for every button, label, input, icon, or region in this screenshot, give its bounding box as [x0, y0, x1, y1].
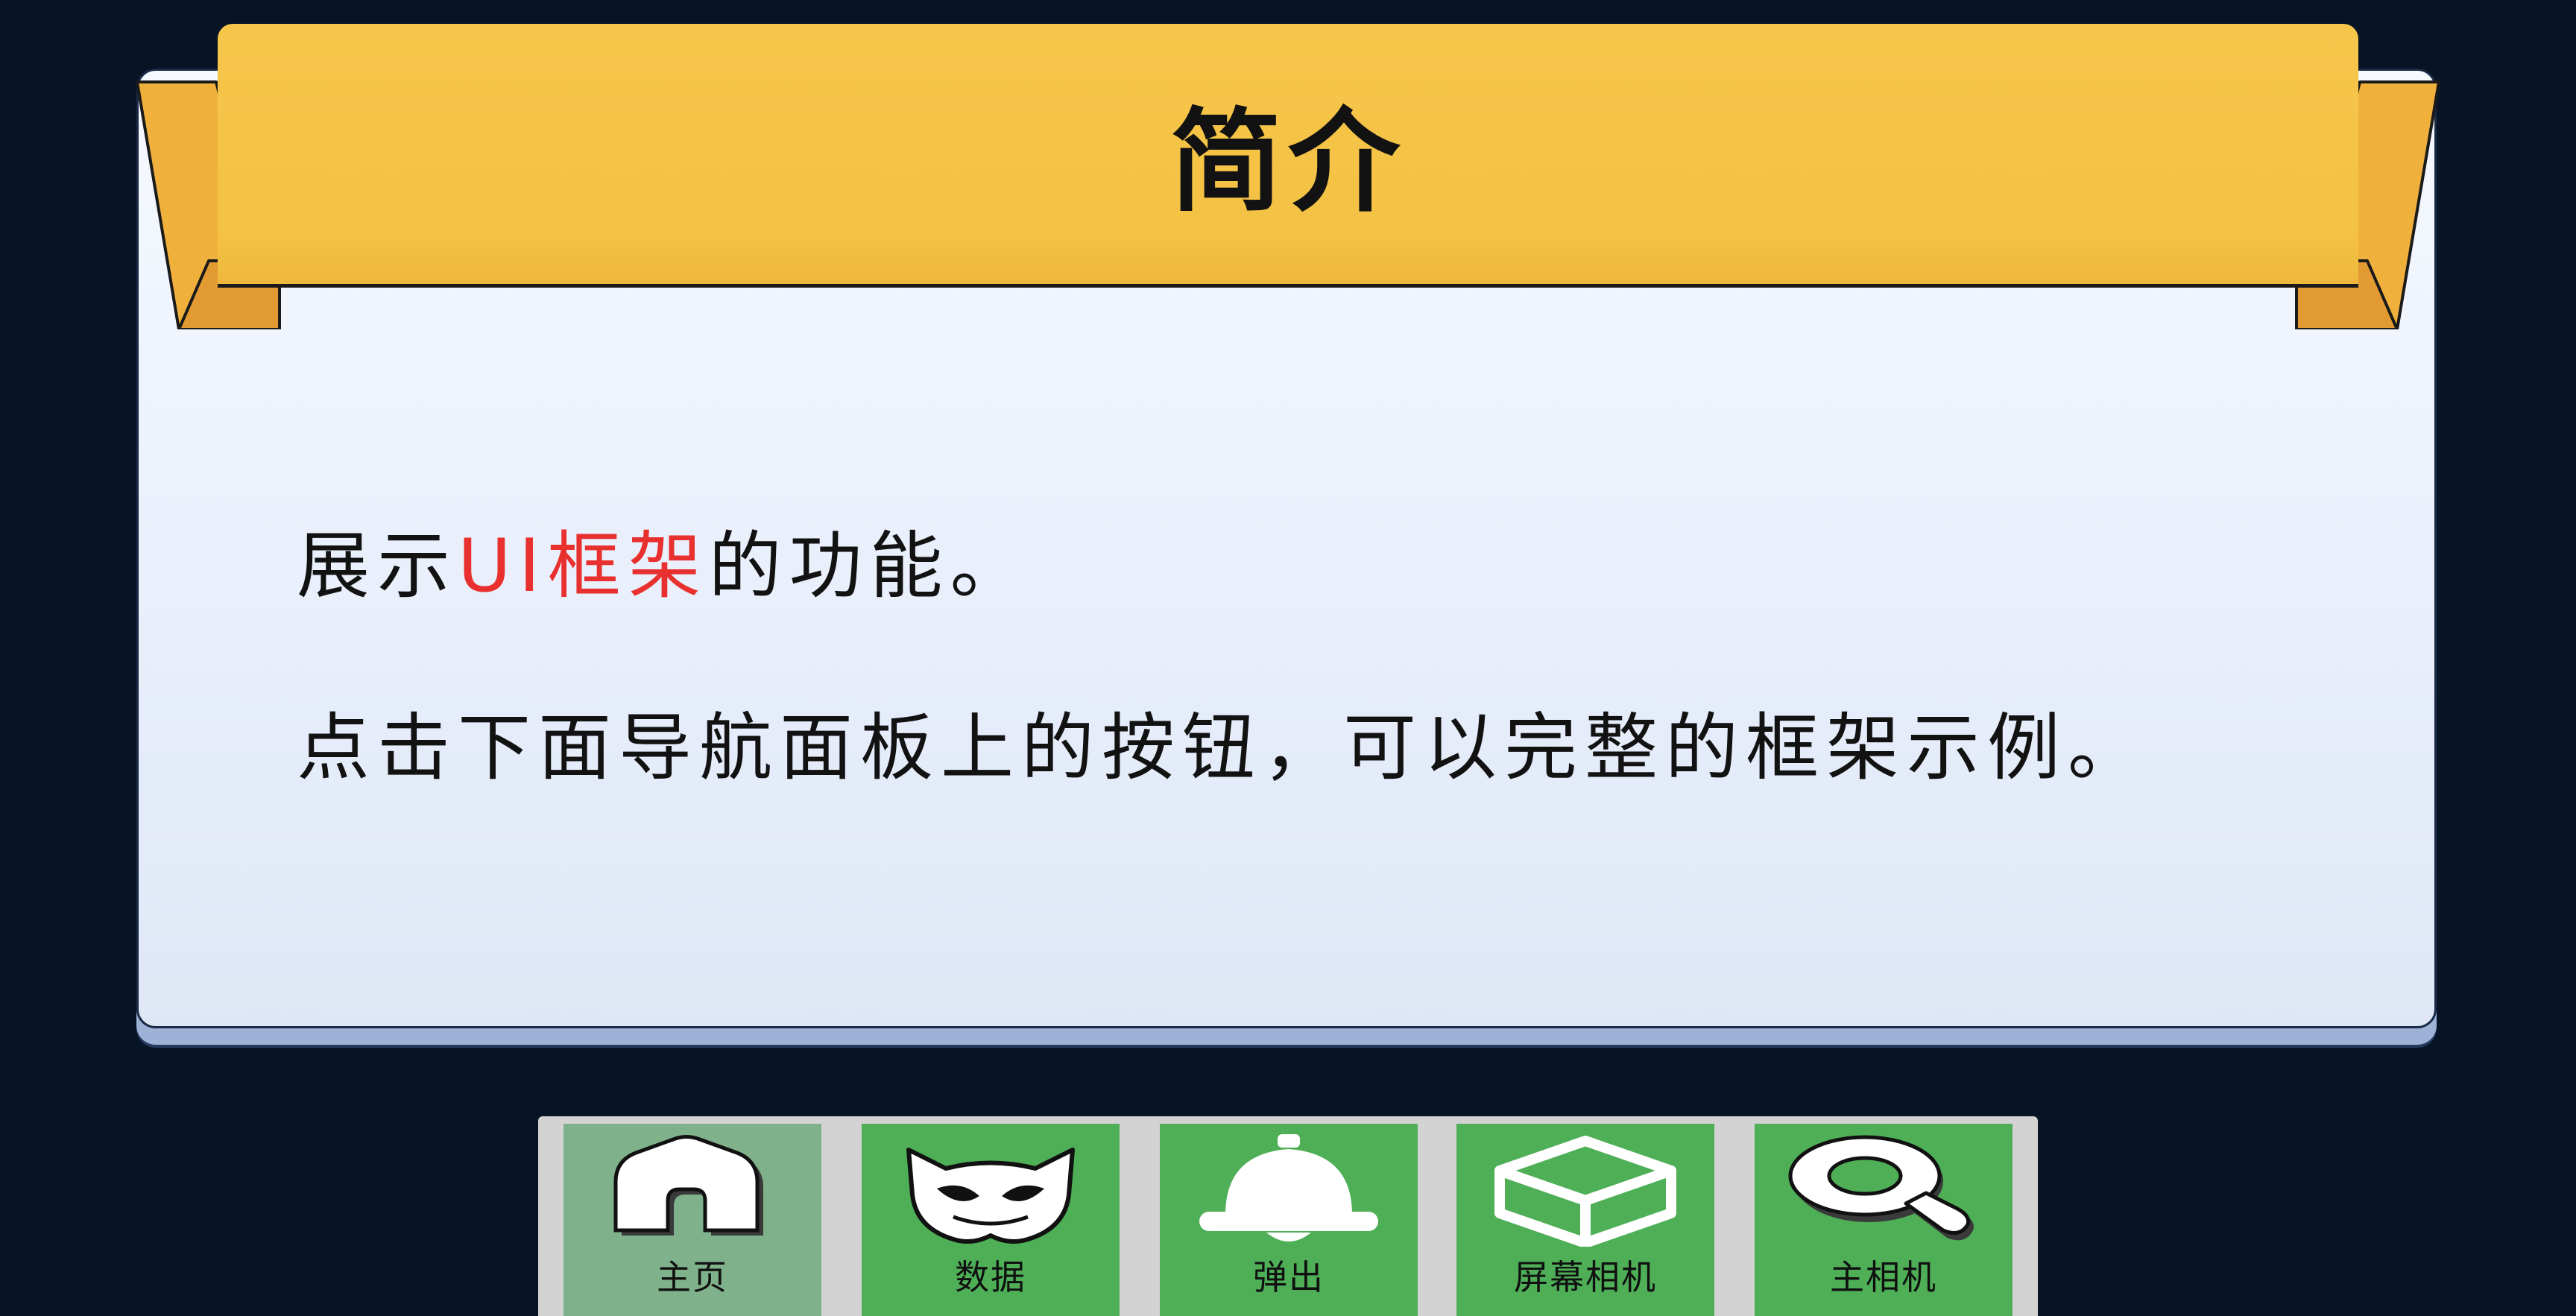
- stage: 简介 展示UI框架的功能。 点击下面导航面板上的按钮，可以完整的框架示例。 主页: [0, 0, 2576, 1316]
- home-icon: [564, 1131, 821, 1250]
- intro-line-2: 点击下面导航面板上的按钮，可以完整的框架示例。: [297, 706, 2149, 791]
- intro-line-1-prefix: 展示: [297, 524, 458, 609]
- nav-button-home-label: 主页: [657, 1257, 728, 1297]
- intro-highlight-text: UI框架: [458, 524, 709, 609]
- nav-panel: 主页 数据 弹出 屏幕相机 主相机: [538, 1116, 2038, 1316]
- magnifier-icon: [1755, 1131, 2012, 1250]
- panel-title: 简介: [1169, 98, 1406, 227]
- nav-button-main-camera-label: 主相机: [1830, 1257, 1937, 1297]
- nav-button-popup-label: 弹出: [1253, 1257, 1325, 1297]
- intro-line-1-suffix: 的功能。: [708, 524, 1031, 609]
- nav-button-main-camera[interactable]: 主相机: [1755, 1124, 2012, 1316]
- nav-button-data[interactable]: 数据: [862, 1124, 1120, 1316]
- intro-line-1: 展示UI框架的功能。: [297, 507, 1031, 613]
- box-icon: [1456, 1131, 1714, 1250]
- nav-button-screen-camera-label: 屏幕相机: [1514, 1257, 1657, 1297]
- nav-button-home[interactable]: 主页: [564, 1124, 821, 1316]
- nav-button-popup[interactable]: 弹出: [1160, 1124, 1418, 1316]
- cat-mask-icon: [862, 1131, 1120, 1250]
- bell-icon: [1160, 1131, 1418, 1250]
- nav-button-data-label: 数据: [955, 1257, 1026, 1297]
- nav-button-screen-camera[interactable]: 屏幕相机: [1456, 1124, 1714, 1316]
- title-ribbon: 简介: [218, 24, 2358, 288]
